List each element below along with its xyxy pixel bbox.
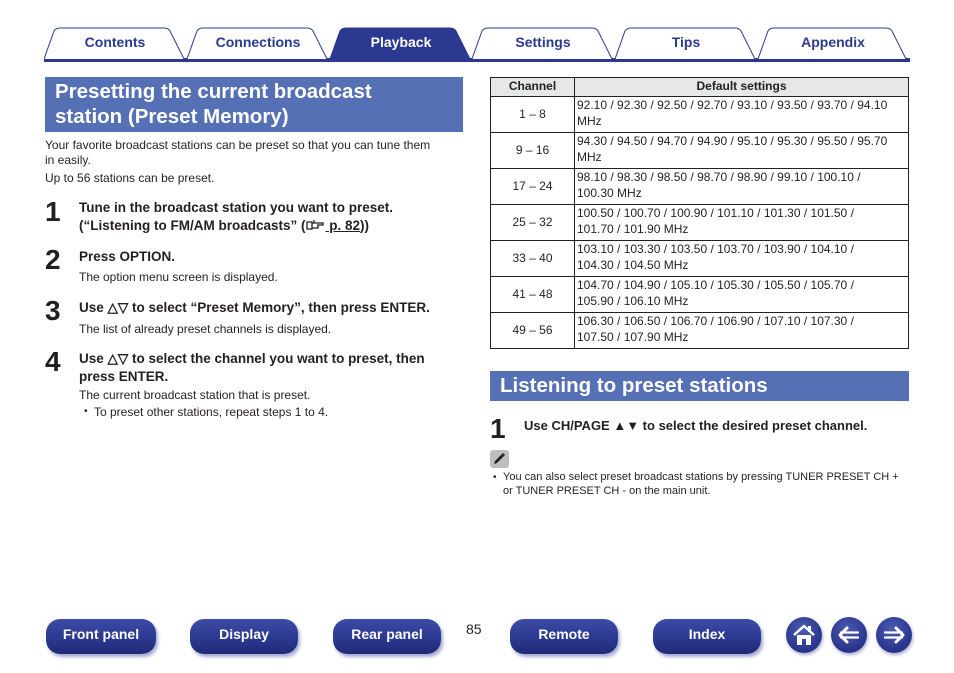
- back-button[interactable]: [831, 617, 867, 653]
- default-settings-cell: 94.30 / 94.50 / 94.70 / 94.90 / 95.10 / …: [574, 132, 909, 169]
- column-header-channel: Channel: [490, 77, 575, 97]
- tab-label: Contents: [84, 34, 146, 50]
- rear-panel-button[interactable]: Rear panel: [333, 619, 441, 654]
- step-number: 1: [45, 196, 61, 227]
- heading-line-2: station (Preset Memory): [55, 105, 289, 128]
- step-3-title: Use △▽ to select “Preset Memory”, then p…: [79, 300, 430, 315]
- step-number: 1: [490, 413, 506, 444]
- step-number: 4: [45, 346, 61, 377]
- home-button[interactable]: [786, 617, 822, 653]
- step-1-title-line-1: Tune in the broadcast station you want t…: [79, 200, 394, 215]
- tab-playback[interactable]: Playback: [330, 27, 472, 59]
- tab-label: Appendix: [801, 34, 865, 50]
- display-button[interactable]: Display: [190, 619, 298, 654]
- default-settings-cell: 92.10 / 92.30 / 92.50 / 92.70 / 93.10 / …: [574, 96, 909, 133]
- intro-text-line-1: Your favorite broadcast stations can be …: [45, 138, 431, 152]
- step-number: 2: [45, 244, 61, 275]
- channel-range-cell: 1 – 8: [490, 96, 575, 133]
- index-button[interactable]: Index: [653, 619, 761, 654]
- table-header-row: Channel Default settings: [490, 77, 909, 97]
- frequencies-line-1: 100.50 / 100.70 / 100.90 / 101.10 / 101.…: [577, 206, 854, 220]
- step-1-reference-close: )): [360, 218, 370, 233]
- pointing-hand-icon: [305, 218, 326, 230]
- frequencies-line-2: 101.70 / 101.90 MHz: [577, 221, 689, 236]
- heading-line-1: Presetting the current broadcast: [55, 80, 372, 103]
- tab-settings[interactable]: Settings: [472, 27, 614, 59]
- table-row: 33 – 40 103.10 / 103.30 / 103.50 / 103.70…: [490, 240, 909, 277]
- default-settings-cell: 103.10 / 103.30 / 103.50 / 103.70 / 103.…: [574, 240, 909, 277]
- step-4-description: The current broadcast station that is pr…: [79, 388, 311, 402]
- step-3-description: The list of already preset channels is d…: [79, 322, 332, 336]
- frequencies-line-1: 106.30 / 106.50 / 106.70 / 106.90 / 107.…: [577, 314, 854, 328]
- step-4-bullet: To preset other stations, repeat steps 1…: [84, 404, 328, 420]
- table-row: 9 – 16 94.30 / 94.50 / 94.70 / 94.90 / 95…: [490, 132, 909, 169]
- channel-range-cell: 41 – 48: [490, 276, 575, 313]
- frequencies-line-1: 94.30 / 94.50 / 94.70 / 94.90 / 95.10 / …: [577, 134, 888, 148]
- table-row: 41 – 48 104.70 / 104.90 / 105.10 / 105.30…: [490, 276, 909, 313]
- frequencies-line-1: 103.10 / 103.30 / 103.50 / 103.70 / 103.…: [577, 242, 854, 256]
- table-row: 25 – 32 100.50 / 100.70 / 100.90 / 101.10…: [490, 204, 909, 241]
- step-1-title-line-2: (“Listening to FM/AM broadcasts” ( p. 82…: [79, 217, 369, 235]
- pencil-icon: [490, 450, 509, 468]
- note-line-2: or TUNER PRESET CH - on the main unit.: [503, 485, 711, 497]
- tab-contents[interactable]: Contents: [44, 27, 186, 59]
- step-2-title: Press OPTION.: [79, 249, 176, 264]
- tab-label: Settings: [515, 34, 571, 50]
- page-number: 85: [466, 621, 482, 637]
- step-1-reference-text: (“Listening to FM/AM broadcasts” (: [79, 218, 306, 233]
- step-4-title-line-2: press ENTER.: [79, 369, 169, 384]
- step-2-description: The option menu screen is displayed.: [79, 270, 278, 284]
- tab-appendix[interactable]: Appendix: [758, 27, 908, 59]
- column-header-default-settings: Default settings: [574, 77, 909, 97]
- forward-button[interactable]: [876, 617, 912, 653]
- step-number: 3: [45, 295, 61, 326]
- note-line-1: You can also select preset broadcast sta…: [493, 470, 899, 485]
- front-panel-button[interactable]: Front panel: [46, 619, 156, 654]
- frequencies-line-2: 104.30 / 104.50 MHz: [577, 257, 689, 272]
- default-settings-cell: 98.10 / 98.30 / 98.50 / 98.70 / 98.90 / …: [574, 168, 909, 205]
- intro-text-line-3: Up to 56 stations can be preset.: [45, 171, 215, 185]
- section-heading-listening: Listening to preset stations: [490, 371, 909, 401]
- table-row: 49 – 56 106.30 / 106.50 / 106.70 / 106.90…: [490, 312, 909, 349]
- section-heading-preset-memory: Presetting the current broadcast station…: [45, 77, 463, 132]
- back-arrow-icon: [838, 626, 860, 644]
- remote-button[interactable]: Remote: [510, 619, 618, 654]
- tab-tips[interactable]: Tips: [615, 27, 757, 59]
- home-icon: [793, 624, 815, 645]
- frequencies-line-1: 98.10 / 98.30 / 98.50 / 98.70 / 98.90 / …: [577, 170, 861, 184]
- frequencies-line-1: 92.10 / 92.30 / 92.50 / 92.70 / 93.10 / …: [577, 98, 888, 112]
- channel-range-cell: 33 – 40: [490, 240, 575, 277]
- tab-connections[interactable]: Connections: [187, 27, 329, 59]
- table-row: 17 – 24 98.10 / 98.30 / 98.50 / 98.70 / 9…: [490, 168, 909, 205]
- frequencies-line-2: 107.50 / 107.90 MHz: [577, 329, 689, 344]
- tab-label: Tips: [671, 34, 701, 50]
- forward-arrow-icon: [883, 626, 905, 644]
- tab-label: Connections: [215, 34, 301, 50]
- table-row: 1 – 8 92.10 / 92.30 / 92.50 / 92.70 / 93.…: [490, 96, 909, 133]
- frequencies-line-1: 104.70 / 104.90 / 105.10 / 105.30 / 105.…: [577, 278, 854, 292]
- intro-text-line-2: in easily.: [45, 153, 91, 167]
- channel-range-cell: 49 – 56: [490, 312, 575, 349]
- channel-range-cell: 17 – 24: [490, 168, 575, 205]
- step-4-title-line-1: Use △▽ to select the channel you want to…: [79, 351, 425, 366]
- tab-label: Playback: [370, 34, 432, 50]
- listening-step-1-title: Use CH/PAGE ▲▼ to select the desired pre…: [524, 418, 868, 433]
- preset-defaults-table: Channel Default settings 1 – 8 92.10 / 92…: [490, 77, 909, 349]
- channel-range-cell: 25 – 32: [490, 204, 575, 241]
- frequencies-line-2: 105.90 / 106.10 MHz: [577, 293, 689, 308]
- channel-range-cell: 9 – 16: [490, 132, 575, 169]
- frequencies-line-2: 100.30 MHz: [577, 185, 642, 200]
- default-settings-cell: 104.70 / 104.90 / 105.10 / 105.30 / 105.…: [574, 276, 909, 313]
- frequencies-line-2: MHz: [577, 113, 602, 128]
- frequencies-line-2: MHz: [577, 149, 602, 164]
- default-settings-cell: 106.30 / 106.50 / 106.70 / 106.90 / 107.…: [574, 312, 909, 349]
- default-settings-cell: 100.50 / 100.70 / 100.90 / 101.10 / 101.…: [574, 204, 909, 241]
- page-link-p82[interactable]: p. 82: [326, 218, 360, 233]
